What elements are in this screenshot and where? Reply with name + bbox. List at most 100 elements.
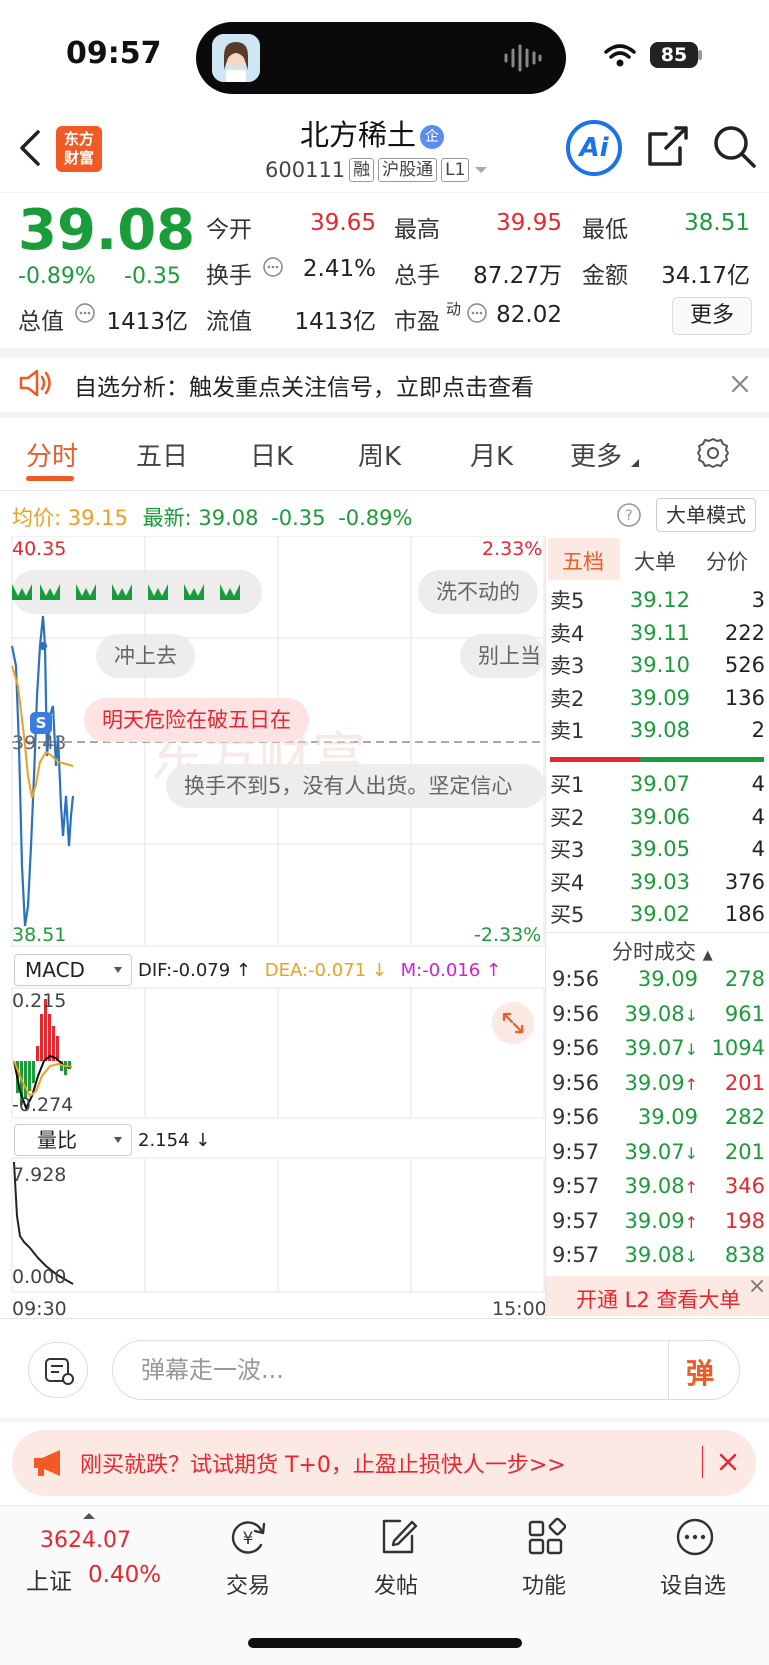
trade-row: 9:57 39.08↓ 838 (552, 1238, 765, 1272)
macd-values: DIF:-0.079 ↑ DEA:-0.071 ↓ M:-0.016 ↑ (138, 960, 501, 981)
amount-label: 金额 (582, 263, 628, 289)
more-circle-icon[interactable] (674, 1516, 716, 1558)
chart-emoji-icon (12, 584, 240, 600)
ask-label: 卖1 (550, 719, 585, 743)
tab-monthly-k[interactable]: 月K (470, 436, 513, 473)
divider (702, 1446, 703, 1478)
ask-row[interactable]: 卖3 39.10 526 (550, 649, 765, 681)
tab-more[interactable]: 更多 (570, 436, 622, 473)
trade-time: 9:56 (552, 1105, 600, 1129)
dynamic-island[interactable] (196, 22, 566, 94)
trade-price-value: 39.09 (637, 1105, 698, 1129)
stock-code-row[interactable]: 600111 融 沪股通 L1 (265, 158, 489, 182)
share-icon[interactable] (646, 124, 690, 168)
panel-tab-big-order[interactable]: 大单 (634, 546, 676, 576)
bid-row[interactable]: 买4 39.03 376 (550, 866, 765, 898)
macd-selector[interactable]: MACD (14, 954, 132, 986)
panel-tab-five-level[interactable]: 五档 (562, 546, 604, 576)
panel-tab-price-dist[interactable]: 分价 (706, 546, 748, 576)
change-percent: -0.89% (18, 264, 96, 289)
emoji-danmu (12, 570, 262, 614)
bid-row[interactable]: 买5 39.02 186 (550, 898, 765, 930)
back-icon[interactable] (18, 130, 42, 166)
promo-banner[interactable]: 刚买就跌？试试期货 T+0，止盈止损快人一步>> (12, 1430, 756, 1496)
trade-price: 39.09↑ (608, 1071, 698, 1095)
turnover-label: 换手 (206, 263, 252, 289)
info-icon[interactable] (74, 302, 96, 324)
macd-selector-label: MACD (25, 958, 85, 982)
ask-row[interactable]: 卖2 39.09 136 (550, 682, 765, 714)
apps-icon[interactable] (526, 1516, 566, 1558)
index-percent[interactable]: 0.40% (88, 1562, 161, 1588)
ask-row[interactable]: 卖1 39.08 2 (550, 714, 765, 746)
trade-icon[interactable]: ¥ (228, 1518, 270, 1558)
trade-row: 9:56 39.09 282 (552, 1100, 765, 1134)
send-danmu-button[interactable]: 弹 (686, 1352, 714, 1392)
search-icon[interactable] (712, 124, 758, 170)
tab-daily-k[interactable]: 日K (250, 436, 293, 473)
danmu-toggle-button[interactable] (28, 1342, 88, 1398)
chart-header: 均价: 39.15 最新: 39.08 -0.35 -0.89% (12, 502, 412, 532)
sell-signal-marker[interactable]: S (30, 712, 52, 734)
trade-direction: ↓ (684, 1005, 698, 1025)
turnover-value: 2.41% (302, 256, 376, 282)
trade-time: 9:56 (552, 1070, 600, 1095)
bid-label: 买4 (550, 870, 585, 895)
trade-direction: ↑ (684, 1212, 698, 1232)
more-button[interactable]: 更多 (672, 297, 752, 335)
trade-direction: ↓ (684, 1247, 698, 1266)
danmu-input[interactable]: 弹幕走一波... (112, 1340, 740, 1400)
ask-row[interactable]: 卖4 39.11 222 (550, 617, 765, 649)
volume-ratio-selector[interactable]: 量比 (14, 1124, 132, 1156)
active-tab-indicator (26, 476, 74, 481)
bid-row[interactable]: 买3 39.05 4 (550, 833, 765, 865)
notice-text[interactable]: 自选分析：触发重点关注信号，立即点击查看 (74, 368, 534, 402)
trade-price: 39.08↓ (608, 1243, 698, 1267)
tab-intraday[interactable]: 分时 (26, 436, 78, 473)
trade-price-value: 39.09 (624, 1208, 685, 1233)
ask-volume: 3 (751, 588, 765, 612)
index-name[interactable]: 上证 (26, 1562, 72, 1596)
pe-label: 市盈 (394, 309, 440, 335)
tab-five-day[interactable]: 五日 (136, 436, 188, 473)
trade-time: 9:57 (552, 1174, 600, 1198)
tab-weekly-k[interactable]: 周K (358, 436, 401, 473)
ai-button[interactable]: Ai (566, 120, 622, 176)
trade-direction: ↑ (684, 1074, 698, 1094)
ask-row[interactable]: 卖5 39.12 3 (550, 584, 765, 616)
last-price: 39.08 (18, 198, 196, 263)
nav-post[interactable]: 发帖 (374, 1568, 418, 1600)
macd-histogram (16, 999, 71, 1105)
expand-button[interactable] (492, 1002, 534, 1044)
trade-volume: 961 (724, 1001, 765, 1026)
nav-add-watchlist[interactable]: 设自选 (660, 1568, 726, 1600)
bottom-pct-label: -2.33% (474, 924, 542, 946)
divider (0, 1318, 769, 1319)
help-icon[interactable]: ? (616, 502, 642, 528)
time-end-label: 15:00 (492, 1298, 547, 1320)
stock-name[interactable]: 北方稀土企 (300, 112, 445, 154)
info-icon[interactable] (466, 302, 488, 324)
close-icon[interactable] (730, 374, 750, 394)
nav-functions[interactable]: 功能 (522, 1568, 566, 1600)
trade-price-value: 39.07 (624, 1139, 685, 1164)
danmu-bubble: 冲上去 (96, 634, 195, 678)
volume-value: 87.27万 (473, 263, 562, 289)
nav-trade[interactable]: 交易 (226, 1568, 270, 1600)
enterprise-badge: 企 (420, 125, 445, 149)
trade-price-value: 39.09 (637, 967, 698, 991)
bid-volume: 376 (724, 869, 765, 894)
close-icon[interactable] (749, 1278, 765, 1294)
big-order-mode-button[interactable]: 大单模式 (656, 498, 756, 532)
close-icon[interactable] (718, 1452, 738, 1472)
bid-row[interactable]: 买2 39.06 4 (550, 801, 765, 833)
compose-icon[interactable] (378, 1516, 418, 1558)
ask-price: 39.09 (629, 685, 690, 710)
l2-banner[interactable]: 开通 L2 查看大单 (546, 1276, 769, 1316)
divider (668, 1341, 669, 1399)
index-value[interactable]: 3624.07 (40, 1528, 131, 1553)
battery-indicator: 85 (650, 42, 698, 68)
info-icon[interactable] (262, 256, 284, 278)
gear-icon[interactable] (696, 436, 730, 470)
bid-row[interactable]: 买1 39.07 4 (550, 768, 765, 800)
